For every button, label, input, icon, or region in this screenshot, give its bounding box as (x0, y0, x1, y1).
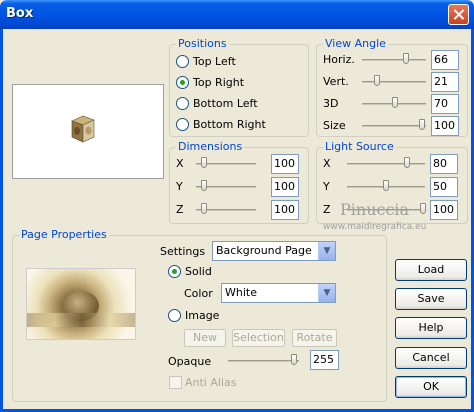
radio-button-selected[interactable] (176, 75, 189, 89)
radio-bottom-right[interactable]: Bottom Right (176, 115, 266, 133)
light-y-input[interactable]: 50 (430, 177, 458, 197)
chevron-down-icon[interactable]: ▼ (318, 242, 335, 260)
save-button[interactable]: Save (395, 288, 467, 310)
slider-horiz[interactable]: Horiz. 66 (317, 49, 467, 71)
title-bar: Box (0, 0, 474, 29)
dimensions-group: Dimensions X 100 Y 100 Z 100 (169, 140, 309, 224)
size-value-input[interactable]: 100 (431, 116, 459, 136)
3d-value-input[interactable]: 70 (431, 94, 459, 114)
close-icon[interactable] (448, 4, 469, 25)
slider-dim-y[interactable]: Y 100 (170, 176, 308, 198)
radio-label: Solid (185, 264, 212, 278)
light-z-input[interactable]: 100 (430, 200, 458, 220)
positions-legend: Positions (176, 37, 229, 50)
radio-button[interactable] (176, 96, 189, 110)
cancel-button[interactable]: Cancel (395, 347, 467, 369)
box-cube-icon (71, 115, 95, 143)
color-value: White (225, 286, 257, 299)
radio-button[interactable] (176, 54, 189, 68)
radio-label: Top Left (193, 54, 236, 68)
anti-alias-label: Anti Alias (185, 376, 237, 389)
radio-label: Top Right (193, 75, 245, 89)
color-dropdown[interactable]: White ▼ (221, 283, 336, 303)
slider-3d[interactable]: 3D 70 (317, 93, 467, 115)
slider-label: Z (176, 203, 184, 216)
page-properties-legend: Page Properties (19, 228, 109, 241)
slider-track[interactable] (362, 125, 426, 127)
slider-track[interactable] (347, 163, 425, 165)
slider-thumb[interactable] (383, 180, 389, 191)
view-angle-group: View Angle Horiz. 66 Vert. 21 3D 70 Size… (316, 37, 468, 137)
slider-thumb[interactable] (201, 203, 207, 214)
horiz-value-input[interactable]: 66 (431, 50, 459, 70)
slider-size[interactable]: Size 100 (317, 115, 467, 137)
slider-thumb[interactable] (404, 157, 410, 168)
window-title: Box (6, 6, 34, 21)
light-x-input[interactable]: 80 (430, 154, 458, 174)
opaque-label: Opaque (168, 355, 212, 368)
dimensions-legend: Dimensions (176, 140, 245, 153)
radio-top-right[interactable]: Top Right (176, 73, 244, 91)
slider-thumb[interactable] (403, 53, 409, 64)
slider-vert[interactable]: Vert. 21 (317, 71, 467, 93)
slider-thumb[interactable] (419, 119, 425, 130)
light-source-legend: Light Source (323, 140, 396, 153)
vert-value-input[interactable]: 21 (431, 72, 459, 92)
radio-label: Image (185, 308, 220, 322)
slider-label: Vert. (323, 75, 349, 88)
slider-thumb[interactable] (374, 75, 380, 86)
slider-dim-x[interactable]: X 100 (170, 153, 308, 175)
watermark-url: www.maidiregrafica.eu (323, 222, 427, 232)
opaque-value-input[interactable]: 255 (310, 350, 339, 370)
slider-dim-z[interactable]: Z 100 (170, 199, 308, 221)
opaque-slider-thumb[interactable] (291, 354, 297, 365)
slider-light-y[interactable]: Y 50 (317, 176, 467, 198)
slider-thumb[interactable] (392, 97, 398, 108)
radio-label: Bottom Right (193, 117, 266, 131)
settings-dropdown[interactable]: Background Page ▼ (212, 241, 336, 261)
radio-bottom-left[interactable]: Bottom Left (176, 94, 258, 112)
slider-label: Size (323, 119, 346, 132)
slider-label: 3D (323, 97, 339, 110)
color-label: Color (184, 287, 213, 300)
radio-button[interactable] (176, 117, 189, 131)
help-button[interactable]: Help (395, 317, 467, 339)
slider-thumb[interactable] (201, 157, 207, 168)
radio-solid[interactable]: Solid (168, 262, 212, 280)
slider-label: X (323, 157, 331, 170)
anti-alias-checkbox[interactable] (169, 376, 182, 389)
radio-top-left[interactable]: Top Left (176, 52, 236, 70)
watermark-name: Pinuccia (340, 200, 410, 219)
settings-label: Settings (160, 245, 206, 258)
load-button[interactable]: Load (395, 259, 467, 281)
radio-button[interactable] (168, 308, 181, 322)
settings-value: Background Page (216, 244, 312, 257)
selection-button[interactable]: Selection (232, 329, 285, 347)
radio-image[interactable]: Image (168, 306, 219, 324)
opaque-slider-track[interactable] (228, 360, 299, 362)
slider-light-x[interactable]: X 80 (317, 153, 467, 175)
dim-x-input[interactable]: 100 (271, 154, 299, 174)
slider-thumb[interactable] (420, 203, 426, 214)
dim-z-input[interactable]: 100 (271, 200, 299, 220)
slider-label: Y (176, 180, 183, 193)
new-button[interactable]: New (184, 329, 226, 347)
rotate-button[interactable]: Rotate (292, 329, 337, 347)
chevron-down-icon[interactable]: ▼ (318, 284, 335, 302)
slider-label: Y (323, 180, 330, 193)
radio-button-selected[interactable] (168, 264, 181, 278)
slider-label: Horiz. (323, 53, 355, 66)
dim-y-input[interactable]: 100 (271, 177, 299, 197)
slider-track[interactable] (362, 81, 426, 83)
slider-label: Z (323, 203, 331, 216)
positions-group: Positions Top Left Top Right Bottom Left… (169, 37, 309, 137)
slider-track[interactable] (362, 59, 426, 61)
page-texture-thumbnail (26, 268, 136, 340)
slider-thumb[interactable] (201, 180, 207, 191)
ok-button[interactable]: OK (395, 376, 467, 398)
slider-label: X (176, 157, 184, 170)
radio-label: Bottom Left (193, 96, 258, 110)
